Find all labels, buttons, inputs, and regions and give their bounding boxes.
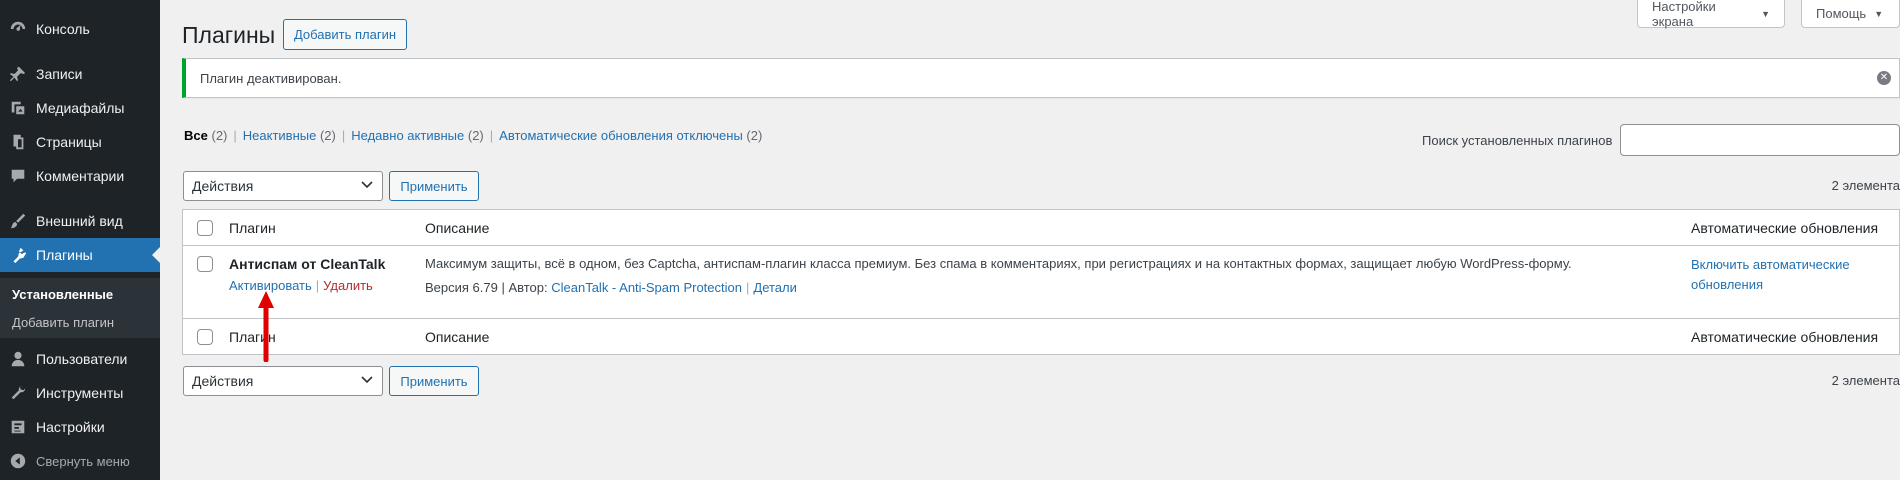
enable-auto-updates-link[interactable]: Включить автоматические обновления: [1691, 255, 1891, 295]
filter-separator: |: [341, 128, 346, 143]
sidebar-item-tools[interactable]: Инструменты: [0, 376, 160, 410]
filter-separator: |: [233, 128, 237, 143]
filter-count: (2): [319, 128, 336, 143]
user-icon: [0, 350, 36, 368]
dashboard-icon: [0, 20, 36, 38]
submenu-installed[interactable]: Установленные: [12, 287, 113, 302]
apply-button-top[interactable]: Применить: [389, 171, 479, 201]
wrench-icon: [0, 384, 36, 402]
sidebar-item-label: Внешний вид: [36, 213, 123, 229]
brush-icon: [0, 212, 36, 230]
status-filters: Все (2) | Неактивные (2) | Недавно актив…: [184, 128, 762, 143]
sidebar-item-plugins[interactable]: Плагины: [0, 238, 160, 272]
sidebar-item-label: Инструменты: [36, 385, 124, 401]
main-content: Плагины Добавить плагин Настройки экрана…: [182, 0, 1900, 480]
column-header-plugin[interactable]: Плагин: [229, 220, 276, 236]
sidebar-item-appearance[interactable]: Внешний вид: [0, 204, 160, 238]
collapse-label: Свернуть меню: [36, 453, 130, 469]
help-label: Помощь: [1816, 6, 1867, 21]
chevron-down-icon: [361, 181, 373, 189]
sidebar-item-label: Медиафайлы: [36, 100, 125, 116]
plugins-submenu: Установленные Добавить плагин: [0, 278, 160, 338]
plugin-meta: Версия 6.79 | Автор: CleanTalk - Anti-Sp…: [425, 280, 797, 295]
media-icon: [0, 99, 36, 117]
bulk-actions-value: Действия: [192, 373, 254, 389]
sidebar-item-label: Страницы: [36, 134, 102, 150]
notice-text: Плагин деактивирован.: [200, 70, 342, 86]
settings-icon: [0, 418, 36, 436]
caret-down-icon: ▼: [1761, 8, 1770, 19]
items-count-top: 2 элемента: [1831, 178, 1900, 193]
chevron-down-icon: [361, 376, 373, 384]
select-all-checkbox-footer[interactable]: [197, 329, 213, 345]
sidebar-item-comments[interactable]: Комментарии: [0, 159, 160, 193]
sidebar-item-users[interactable]: Пользователи: [0, 342, 160, 376]
filter-count: (2): [467, 128, 484, 143]
filter-separator: |: [489, 128, 494, 143]
add-plugin-button[interactable]: Добавить плагин: [283, 19, 407, 50]
search-label: Поиск установленных плагинов: [1422, 133, 1613, 148]
sidebar-item-label: Плагины: [36, 247, 93, 263]
sidebar-item-label: Консоль: [36, 21, 90, 37]
plugin-description: Максимум защиты, всё в одном, без Captch…: [425, 256, 1572, 271]
help-tab[interactable]: Помощь ▼: [1801, 0, 1900, 28]
dismiss-icon[interactable]: ✕: [1877, 71, 1891, 85]
filter-inactive[interactable]: Неактивные: [243, 128, 317, 143]
page-icon: [0, 133, 36, 151]
bulk-actions-select-bottom[interactable]: Действия: [183, 366, 383, 396]
plugins-table: Плагин Описание Автоматические обновлени…: [182, 209, 1900, 355]
row-checkbox[interactable]: [197, 256, 213, 272]
row-actions: Активировать | Удалить: [229, 278, 373, 293]
table-footer: Плагин Описание Автоматические обновлени…: [183, 318, 1899, 354]
bulk-actions-value: Действия: [192, 178, 254, 194]
sidebar-item-pages[interactable]: Страницы: [0, 125, 160, 159]
screen-options-tab[interactable]: Настройки экрана ▼: [1637, 0, 1785, 29]
column-footer-description: Описание: [425, 329, 490, 345]
search-input[interactable]: [1620, 124, 1900, 156]
filter-recently-active[interactable]: Недавно активные: [351, 128, 464, 143]
sidebar-item-label: Настройки: [36, 419, 105, 435]
admin-sidebar: Консоль Записи Медиафайлы Страницы Комме…: [0, 0, 160, 480]
author-link[interactable]: CleanTalk - Anti-Spam Protection: [551, 280, 742, 295]
column-header-description: Описание: [425, 220, 490, 236]
filter-count: (2): [211, 128, 228, 143]
bulk-actions-select-top[interactable]: Действия: [183, 171, 383, 201]
caret-down-icon: ▼: [1874, 8, 1884, 19]
sidebar-item-label: Пользователи: [36, 351, 128, 367]
plugin-name: Антиспам от CleanTalk: [229, 256, 386, 272]
sidebar-item-media[interactable]: Медиафайлы: [0, 91, 160, 125]
filter-auto-updates-disabled[interactable]: Автоматические обновления отключены: [499, 128, 743, 143]
details-link[interactable]: Детали: [753, 280, 797, 295]
sidebar-item-posts[interactable]: Записи: [0, 57, 160, 91]
collapse-icon: [0, 452, 36, 470]
comment-icon: [0, 167, 36, 185]
plugin-icon: [0, 246, 36, 264]
table-header: Плагин Описание Автоматические обновлени…: [183, 210, 1899, 246]
delete-link[interactable]: Удалить: [323, 278, 373, 293]
submenu-add-plugin[interactable]: Добавить плагин: [12, 315, 114, 330]
sidebar-item-dashboard[interactable]: Консоль: [0, 12, 160, 46]
column-header-auto-updates: Автоматические обновления: [1691, 220, 1879, 236]
screen-options-label: Настройки экрана: [1652, 0, 1716, 29]
red-arrow-annotation: [258, 291, 274, 362]
pushpin-icon: [0, 65, 36, 83]
filter-count: (2): [746, 128, 763, 143]
table-row: Антиспам от CleanTalk Активировать | Удали…: [183, 246, 1899, 318]
sidebar-item-label: Записи: [36, 66, 83, 82]
plugin-version: Версия 6.79 | Автор:: [425, 280, 552, 295]
sidebar-item-settings[interactable]: Настройки: [0, 410, 160, 444]
meta-separator: |: [746, 280, 750, 295]
items-count-bottom: 2 элемента: [1831, 373, 1900, 388]
select-all-checkbox[interactable]: [197, 220, 213, 236]
action-separator: |: [315, 278, 320, 293]
page-title: Плагины: [182, 22, 276, 48]
notice-success: Плагин деактивирован. ✕: [182, 58, 1900, 98]
sidebar-item-label: Комментарии: [36, 168, 125, 184]
column-footer-auto-updates: Автоматические обновления: [1691, 329, 1879, 345]
sidebar-collapse[interactable]: Свернуть меню: [0, 444, 160, 478]
apply-button-bottom[interactable]: Применить: [389, 366, 479, 396]
filter-all[interactable]: Все: [184, 128, 208, 143]
